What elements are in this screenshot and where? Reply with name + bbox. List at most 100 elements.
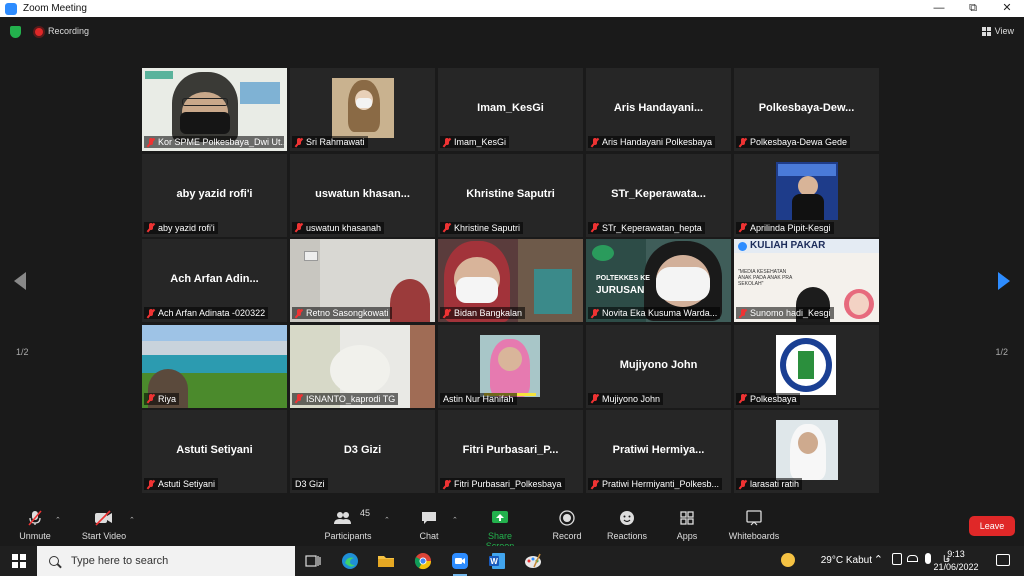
mic-muted-icon [443,137,451,147]
participant-name: Imam_KesGi [454,137,507,147]
file-explorer-icon[interactable] [375,551,397,571]
participant-tile[interactable]: Ach Arfan Adin... Ach Arfan Adinata -0203… [142,239,287,322]
search-icon [49,556,59,566]
chat-label: Chat [419,531,439,541]
participant-display-name: aby yazid rofi'i [176,187,253,200]
mic-muted-icon [739,394,747,403]
taskbar-search-box[interactable]: Type here to search [37,546,295,576]
participant-tile[interactable]: Aprilinda Pipit-Kesgi [734,153,879,237]
participant-tile[interactable]: KULIAH PAKAR "MEDIA KESEHATAN ANAK PADA A… [734,239,879,322]
participant-name: Pratiwi Hermiyanti_Polkesb... [602,479,720,489]
whiteboards-button[interactable]: Whiteboards [726,510,782,541]
participant-tile[interactable]: Retno Sasongkowati [290,239,435,322]
edge-browser-icon[interactable] [339,551,361,571]
participant-tile[interactable]: STr_Keperawata... STr_Keperawatan_hepta [586,153,731,237]
clock-time[interactable]: 9:13 [934,549,978,559]
participant-tile[interactable]: uswatun khasan... uswatun khasanah [290,153,435,237]
participant-name-tag: Sri Rahmawati [292,136,368,148]
participants-button[interactable]: 45 Participants [322,508,374,541]
participant-name: aby yazid rofi'i [158,222,215,233]
participant-name: Retno Sasongkowati [306,308,389,318]
view-label: View [994,26,1014,36]
participant-tile[interactable]: Mujiyono John Mujiyono John [586,324,731,408]
participant-name-tag: Polkesbaya-Dewa Gede [736,136,851,148]
participant-name: Novita Eka Kusuma Warda... [602,308,718,318]
participant-name: D3 Gizi [295,479,325,489]
close-icon[interactable]: ✕ [990,0,1024,17]
whiteboard-icon [726,510,782,526]
participant-tile[interactable]: Bidan Bangkalan [438,239,583,322]
tray-expand-caret-icon[interactable]: ⌃ [874,553,883,566]
reactions-label: Reactions [606,531,648,541]
participant-tile[interactable]: D3 Gizi D3 Gizi [290,410,435,493]
gallery-stage: 1/2 1/2 Kor SPME Polkesbaya_Dwi Ut... Sri… [0,47,1024,502]
speaker-icon[interactable] [907,555,918,562]
participant-tile[interactable]: Astuti Setiyani Astuti Setiyani [142,410,287,493]
security-shield-icon[interactable] [10,26,21,38]
participants-icon: 45 [322,508,374,526]
chat-button[interactable]: Chat [414,510,444,541]
window-controls: — ⧉ ✕ [922,0,1024,17]
start-video-button[interactable]: Start Video [80,510,128,541]
share-screen-button[interactable]: Share Screen [473,510,527,551]
chrome-browser-icon[interactable] [412,551,434,571]
view-button[interactable]: View [981,26,1014,36]
mic-muted-icon [591,308,599,318]
title-bar: Zoom Meeting — ⧉ ✕ [0,0,1024,17]
mic-muted-icon [591,137,599,147]
participant-tile[interactable]: Astin Nur Hanifah [438,324,583,408]
participant-name: Ach Arfan Adinata -020322 [158,308,266,318]
recording-label[interactable]: Recording [48,26,89,36]
record-button[interactable]: Record [550,510,584,541]
video-options-caret-icon[interactable]: ⌃ [129,516,135,524]
apps-button[interactable]: Apps [673,510,701,541]
participant-name-tag: Ach Arfan Adinata -020322 [144,307,269,319]
apps-label: Apps [676,531,698,541]
participant-tile[interactable]: POLTEKKES KE JURUSAN Novita Eka Kusuma War… [586,239,731,322]
participant-tile[interactable]: larasati ratih [734,410,879,493]
prev-page-arrow-icon[interactable] [14,272,26,290]
participant-tile[interactable]: Polkesbaya-Dew... Polkesbaya-Dewa Gede [734,68,879,151]
chat-caret-icon[interactable]: ⌃ [452,516,458,524]
participant-name-tag: D3 Gizi [292,478,328,490]
zoom-taskbar-icon[interactable] [449,551,471,576]
participants-caret-icon[interactable]: ⌃ [384,516,390,524]
apps-icon [673,510,701,526]
participant-tile[interactable]: ISNANTO_kaprodi TG [290,324,435,408]
participant-tile[interactable]: aby yazid rofi'i aby yazid rofi'i [142,153,287,237]
participant-tile[interactable]: Aris Handayani... Aris Handayani Polkesba… [586,68,731,151]
weather-sun-icon [781,553,795,567]
leave-button[interactable]: Leave [969,516,1015,536]
participant-tile[interactable]: Riya [142,324,287,408]
participant-name: Bidan Bangkalan [454,308,523,318]
participant-name-tag: Imam_KesGi [440,136,510,148]
word-icon[interactable]: W [486,551,508,571]
audio-options-caret-icon[interactable]: ⌃ [55,516,61,524]
mic-muted-icon [147,308,155,318]
participant-display-name: Mujiyono John [619,358,698,371]
unmute-button[interactable]: Unmute [17,510,53,541]
minimize-icon[interactable]: — [922,0,956,17]
task-view-icon[interactable] [302,551,324,571]
restore-icon[interactable]: ⧉ [956,0,990,17]
participant-tile[interactable]: Khristine Saputri Khristine Saputri [438,153,583,237]
participants-label: Participants [324,531,372,541]
windows-start-icon[interactable] [12,554,26,568]
participant-name-tag: Polkesbaya [736,392,800,405]
reactions-button[interactable]: Reactions [605,510,649,541]
participant-tile[interactable]: Pratiwi Hermiya... Pratiwi Hermiyanti_Pol… [586,410,731,493]
participant-name-tag: Bidan Bangkalan [440,307,526,319]
participant-tile[interactable]: Polkesbaya [734,324,879,408]
participant-tile[interactable]: Sri Rahmawati [290,68,435,151]
participant-tile[interactable]: Imam_KesGi Imam_KesGi [438,68,583,151]
reactions-smiley-icon [605,510,649,526]
next-page-arrow-icon[interactable] [998,272,1010,290]
clock-date[interactable]: 21/06/2022 [930,562,982,572]
participant-tile[interactable]: Kor SPME Polkesbaya_Dwi Ut... [142,68,287,151]
notifications-icon[interactable] [996,554,1010,566]
participant-tile[interactable]: Fitri Purbasari_P... Fitri Purbasari_Polk… [438,410,583,493]
weather-text[interactable]: 29°C Kabut [821,555,872,566]
tablet-icon[interactable] [892,553,902,565]
paint-icon[interactable] [522,551,544,571]
mic-muted-icon [147,479,155,489]
